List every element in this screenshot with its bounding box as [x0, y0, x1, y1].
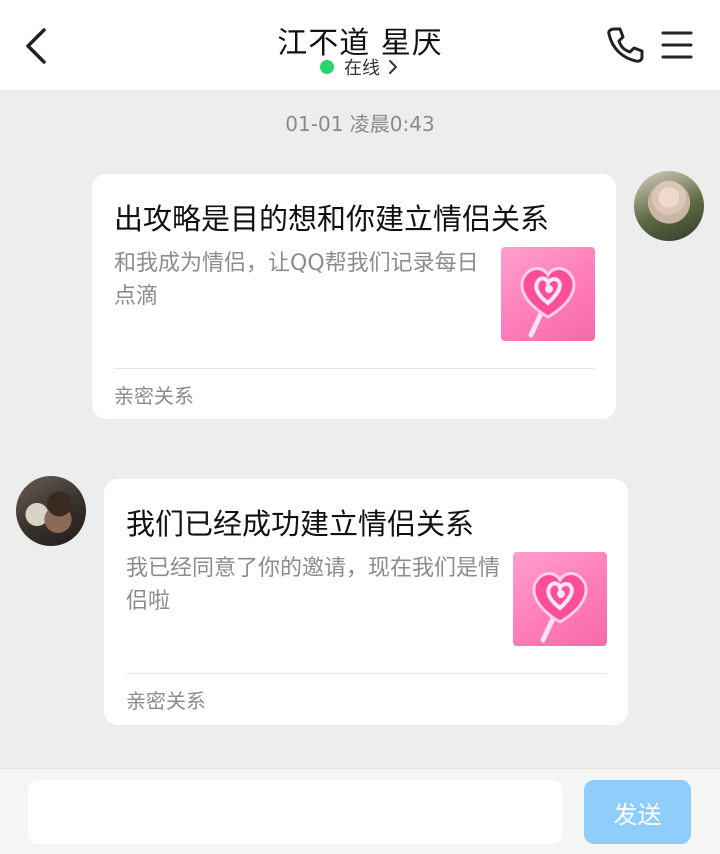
online-status-label: 在线: [344, 58, 380, 79]
card-divider: [126, 673, 606, 674]
message-input[interactable]: [28, 780, 562, 844]
card-title: 出攻略是目的想和你建立情侣关系: [114, 202, 550, 236]
send-button[interactable]: 发送: [584, 780, 691, 844]
card-footer-label: 亲密关系: [126, 689, 206, 713]
card-title: 我们已经成功建立情侣关系: [126, 507, 475, 541]
avatar-contact[interactable]: [16, 476, 86, 546]
composer-bar: 发送: [0, 768, 720, 854]
card-footer-label: 亲密关系: [114, 384, 194, 408]
menu-icon: [661, 31, 693, 59]
card-description: 我已经同意了你的邀请，现在我们是情侣啦: [126, 556, 501, 614]
lollipop-icon: [520, 267, 576, 338]
card-thumbnail: [501, 247, 595, 341]
card-thumbnail: [513, 552, 607, 646]
chevron-right-icon: [389, 60, 397, 74]
message-timestamp: 01-01 凌晨0:43: [285, 112, 435, 136]
more-menu-button[interactable]: [660, 28, 694, 62]
online-status-dot: [320, 60, 334, 74]
relationship-invite-card[interactable]: 出攻略是目的想和你建立情侣关系 和我成为情侣，让QQ帮我们记录每日点滴 亲密关系: [92, 174, 616, 419]
lollipop-icon: [532, 572, 588, 643]
phone-icon: [607, 27, 644, 63]
avatar-self[interactable]: [634, 171, 704, 241]
relationship-confirmed-card[interactable]: 我们已经成功建立情侣关系 我已经同意了你的邀请，现在我们是情侣啦 亲密关系: [104, 479, 628, 725]
card-divider: [114, 368, 594, 369]
voice-call-button[interactable]: [604, 24, 646, 66]
card-description: 和我成为情侣，让QQ帮我们记录每日点滴: [114, 251, 479, 309]
chat-header: 江不道 星厌 在线: [0, 0, 720, 90]
